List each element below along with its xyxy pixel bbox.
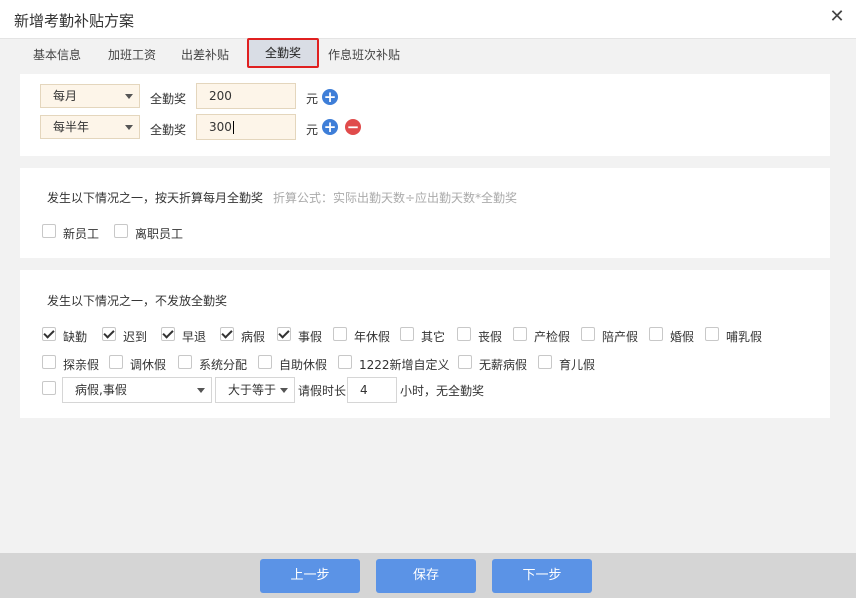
leaving-employee-label: 离职员工	[135, 227, 184, 241]
tab-full-attendance[interactable]: 全勤奖	[247, 38, 319, 68]
period-select-value: 每半年	[53, 120, 90, 134]
tab-travel-allowance[interactable]: 出差补贴	[172, 42, 238, 68]
leave-type-label: 自助休假	[279, 358, 328, 372]
leave-type-checkbox[interactable]	[513, 327, 527, 341]
leave-hours-value: 4	[360, 383, 368, 397]
dialog-titlebar: 新增考勤补贴方案 ✕	[0, 0, 856, 39]
leave-type-checkbox[interactable]	[109, 355, 123, 369]
unit-label: 元	[306, 92, 319, 106]
period-select[interactable]: 每半年	[40, 115, 140, 139]
bonus-amount-input[interactable]: 300	[196, 114, 296, 140]
leave-type-checkbox[interactable]	[333, 327, 347, 341]
leave-type-label: 缺勤	[63, 330, 88, 344]
leave-duration-label: 请假时长	[298, 384, 347, 398]
bonus-amount-panel: 每月 全勤奖 200 元 + 每半年 全勤奖 300 元 + −	[20, 74, 830, 156]
chevron-down-icon	[280, 388, 288, 393]
leave-type-label: 1222新增自定义	[359, 358, 450, 372]
leave-type-label: 陪产假	[602, 330, 639, 344]
next-step-button[interactable]: 下一步	[492, 559, 592, 593]
leave-type-checkbox[interactable]	[161, 327, 175, 341]
leave-type-label: 早退	[182, 330, 207, 344]
add-row-icon[interactable]: +	[322, 119, 338, 135]
leave-type-label: 其它	[421, 330, 446, 344]
leave-type-label: 年休假	[354, 330, 391, 344]
leave-type-label: 婚假	[670, 330, 695, 344]
text-cursor	[232, 121, 234, 134]
leave-type-checkbox[interactable]	[178, 355, 192, 369]
leave-type-label: 产检假	[534, 330, 571, 344]
leave-type-label: 事假	[298, 330, 323, 344]
prev-step-button[interactable]: 上一步	[260, 559, 360, 593]
leave-type-label: 调休假	[130, 358, 167, 372]
leave-type-checkbox[interactable]	[220, 327, 234, 341]
leave-type-checkbox[interactable]	[705, 327, 719, 341]
bonus-amount-input[interactable]: 200	[196, 83, 296, 109]
leave-duration-rule-checkbox[interactable]	[42, 381, 56, 395]
tab-basic-info[interactable]: 基本信息	[22, 42, 92, 68]
period-select-value: 每月	[53, 89, 78, 103]
leave-type-checkbox[interactable]	[277, 327, 291, 341]
no-bonus-panel: 发生以下情况之一，不发放全勤奖 缺勤 迟到 早退 病假 事假 年休假 其它 丧假…	[20, 270, 830, 418]
period-select[interactable]: 每月	[40, 84, 140, 108]
leave-types-select[interactable]: 病假,事假	[62, 377, 212, 403]
leave-type-checkbox[interactable]	[338, 355, 352, 369]
bonus-amount-value: 300	[209, 120, 232, 134]
operator-select-value: 大于等于	[228, 383, 277, 397]
no-bonus-heading: 发生以下情况之一，不发放全勤奖	[47, 294, 228, 308]
prorate-panel: 发生以下情况之一，按天折算每月全勤奖 折算公式：实际出勤天数÷应出勤天数*全勤奖…	[20, 168, 830, 258]
leave-type-checkbox[interactable]	[42, 355, 56, 369]
leave-type-label: 无薪病假	[479, 358, 528, 372]
leave-types-select-value: 病假,事假	[75, 383, 127, 397]
bonus-label: 全勤奖	[150, 92, 187, 106]
leave-type-label: 哺乳假	[726, 330, 763, 344]
chevron-down-icon	[125, 125, 133, 130]
bonus-amount-value: 200	[209, 89, 232, 103]
leave-type-label: 迟到	[123, 330, 148, 344]
leave-type-label: 丧假	[478, 330, 503, 344]
tab-overtime-pay[interactable]: 加班工资	[100, 42, 164, 68]
leave-type-checkbox[interactable]	[538, 355, 552, 369]
leave-type-checkbox[interactable]	[258, 355, 272, 369]
save-button[interactable]: 保存	[376, 559, 476, 593]
leave-type-checkbox[interactable]	[42, 327, 56, 341]
close-icon[interactable]: ✕	[828, 8, 846, 26]
dialog-title: 新增考勤补贴方案	[14, 12, 135, 30]
add-row-icon[interactable]: +	[322, 89, 338, 105]
leaving-employee-checkbox[interactable]	[114, 224, 128, 238]
prorate-formula: 折算公式：实际出勤天数÷应出勤天数*全勤奖	[273, 191, 518, 205]
prorate-heading: 发生以下情况之一，按天折算每月全勤奖	[47, 191, 264, 205]
chevron-down-icon	[125, 94, 133, 99]
chevron-down-icon	[197, 388, 205, 393]
new-employee-label: 新员工	[63, 227, 100, 241]
leave-type-checkbox[interactable]	[581, 327, 595, 341]
operator-select[interactable]: 大于等于	[215, 377, 295, 403]
leave-type-checkbox[interactable]	[400, 327, 414, 341]
leave-type-label: 系统分配	[199, 358, 248, 372]
leave-type-checkbox[interactable]	[458, 355, 472, 369]
leave-hours-input[interactable]: 4	[347, 377, 397, 403]
dialog-footer: 上一步 保存 下一步	[0, 553, 856, 598]
tab-shift-allowance[interactable]: 作息班次补贴	[322, 42, 406, 68]
leave-type-label: 病假	[241, 330, 266, 344]
leave-duration-suffix: 小时，无全勤奖	[400, 384, 485, 398]
leave-type-checkbox[interactable]	[457, 327, 471, 341]
leave-type-label: 育儿假	[559, 358, 596, 372]
unit-label: 元	[306, 123, 319, 137]
new-employee-checkbox[interactable]	[42, 224, 56, 238]
bonus-label: 全勤奖	[150, 123, 187, 137]
leave-type-label: 探亲假	[63, 358, 100, 372]
leave-type-checkbox[interactable]	[102, 327, 116, 341]
leave-type-checkbox[interactable]	[649, 327, 663, 341]
remove-row-icon[interactable]: −	[345, 119, 361, 135]
